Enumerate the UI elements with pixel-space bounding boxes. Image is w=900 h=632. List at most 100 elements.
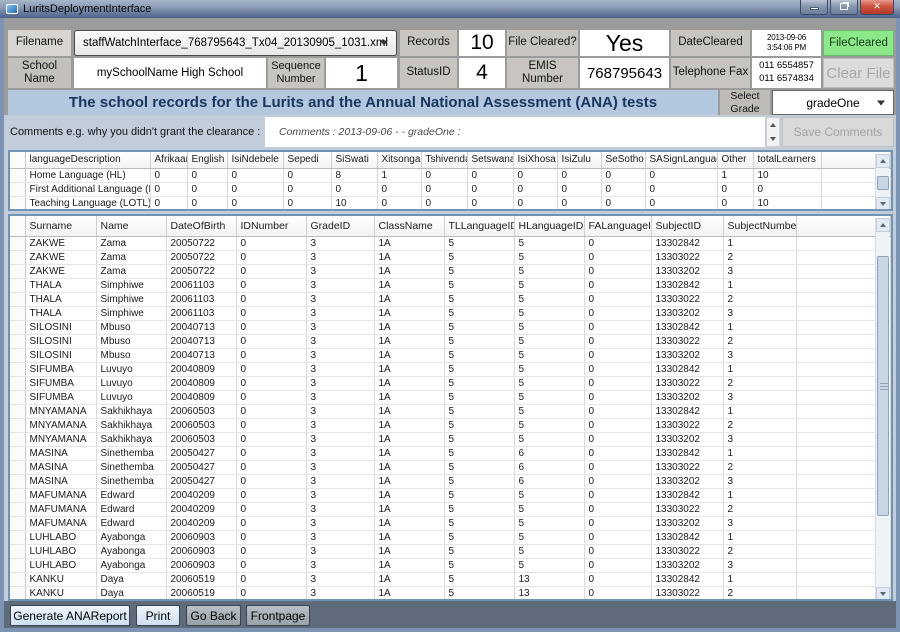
column-header[interactable]: languageDescription: [25, 152, 150, 168]
cell: 0: [513, 182, 557, 196]
cell: 1: [723, 404, 796, 418]
grade-dropdown[interactable]: gradeOne: [772, 90, 894, 115]
scroll-down-icon[interactable]: [767, 132, 779, 146]
cell: 0: [187, 196, 227, 210]
scrollbar-thumb[interactable]: [877, 176, 889, 190]
cell: Ayabonga: [96, 558, 166, 572]
column-header[interactable]: IsiZulu: [557, 152, 601, 168]
cell: 0: [236, 320, 306, 334]
generate-ana-report-button[interactable]: Generate ANAReport: [10, 605, 130, 626]
table-row[interactable]: SIFUMBALuvuyo20040809031A550133028421: [10, 362, 891, 376]
cell: 20050722: [166, 250, 236, 264]
minimize-button[interactable]: [800, 0, 828, 15]
table-row[interactable]: ZAKWEZama20050722031A550133028421: [10, 236, 891, 250]
column-header[interactable]: ClassName: [374, 216, 444, 236]
scroll-up-icon[interactable]: [876, 154, 890, 168]
table-row[interactable]: Home Language (HL)000081000000110: [10, 168, 891, 182]
table-row[interactable]: LUHLABOAyabonga20060903031A550133030222: [10, 544, 891, 558]
table-row[interactable]: KANKUDaya20060519031A5130133030222: [10, 586, 891, 600]
frontpage-button[interactable]: Frontpage: [246, 605, 310, 626]
table-row[interactable]: MASINASinethemba20050427031A560133030222: [10, 460, 891, 474]
column-header[interactable]: Name: [96, 216, 166, 236]
table-row[interactable]: SIFUMBALuvuyo20040809031A550133032023: [10, 390, 891, 404]
table-row[interactable]: THALASimphiwe20061103031A550133028421: [10, 278, 891, 292]
column-header[interactable]: TLLanguageID: [444, 216, 514, 236]
table-row[interactable]: ZAKWEZama20050722031A550133032023: [10, 264, 891, 278]
column-header[interactable]: GradeID: [306, 216, 374, 236]
table-row[interactable]: ZAKWEZama20050722031A550133030222: [10, 250, 891, 264]
print-button[interactable]: Print: [136, 605, 180, 626]
column-header[interactable]: SubjectID: [651, 216, 723, 236]
go-back-button[interactable]: Go Back: [186, 605, 241, 626]
close-button[interactable]: ✕: [860, 0, 894, 15]
table-row[interactable]: SILOSINIMbuso20040713031A550133032023: [10, 348, 891, 362]
table-row[interactable]: THALASimphiwe20061103031A550133032023: [10, 306, 891, 320]
table-row[interactable]: MAFUMANAEdward20040209031A550133032023: [10, 516, 891, 530]
column-header[interactable]: Setswana: [467, 152, 513, 168]
column-header[interactable]: Tshivenda: [421, 152, 467, 168]
column-header[interactable]: SiSwati: [331, 152, 377, 168]
column-header[interactable]: IDNumber: [236, 216, 306, 236]
column-header[interactable]: IsiXhosa: [513, 152, 557, 168]
scroll-down-icon[interactable]: [876, 587, 890, 601]
table-row[interactable]: MASINASinethemba20050427031A560133032023: [10, 474, 891, 488]
table-row[interactable]: LUHLABOAyabonga20060903031A550133028421: [10, 530, 891, 544]
table-row[interactable]: MAFUMANAEdward20040209031A550133030222: [10, 502, 891, 516]
table-row[interactable]: SIFUMBALuvuyo20040809031A550133030222: [10, 376, 891, 390]
cell: 0: [584, 348, 651, 362]
column-header[interactable]: SASignLanguage: [645, 152, 717, 168]
column-header[interactable]: HLanguageID: [514, 216, 584, 236]
column-header[interactable]: DateOfBirth: [166, 216, 236, 236]
column-header[interactable]: Sepedi: [283, 152, 331, 168]
column-header[interactable]: Other: [717, 152, 753, 168]
table-row[interactable]: SILOSINIMbuso20040713031A550133028421: [10, 320, 891, 334]
column-header[interactable]: totalLearners: [753, 152, 821, 168]
clear-file-button[interactable]: Clear File: [823, 58, 894, 88]
table-row[interactable]: KANKUDaya20060519031A5130133028421: [10, 572, 891, 586]
cell: 1A: [374, 572, 444, 586]
comments-input[interactable]: Comments : 2013-09-06 - - gradeOne :: [265, 117, 765, 147]
column-header[interactable]: FALanguageID: [584, 216, 651, 236]
scroll-down-icon[interactable]: [876, 197, 890, 211]
column-header[interactable]: SubjectNumber: [723, 216, 796, 236]
table-row[interactable]: MAFUMANAEdward20040209031A550133028421: [10, 488, 891, 502]
scroll-up-icon[interactable]: [876, 218, 890, 232]
table-row[interactable]: THALASimphiwe20061103031A550133030222: [10, 292, 891, 306]
file-cleared-button[interactable]: FileCleared: [823, 30, 894, 56]
save-comments-button[interactable]: Save Comments: [782, 117, 894, 147]
cell: 0: [236, 250, 306, 264]
cell: 1A: [374, 544, 444, 558]
cell: 0: [584, 460, 651, 474]
column-header[interactable]: SeSotho: [601, 152, 645, 168]
filename-dropdown[interactable]: staffWatchInterface_768795643_Tx04_20130…: [74, 30, 397, 56]
table-row[interactable]: MNYAMANASakhikhaya20060503031A5501330320…: [10, 432, 891, 446]
table-row[interactable]: SILOSINIMbuso20040713031A550133030222: [10, 334, 891, 348]
column-header[interactable]: Surname: [25, 216, 96, 236]
cell: 0: [236, 292, 306, 306]
language-table-scrollbar[interactable]: [875, 154, 889, 211]
comments-scrollbar[interactable]: [766, 117, 780, 147]
cell: 3: [306, 558, 374, 572]
table-row[interactable]: First Additional Language (FAL)000000000…: [10, 182, 891, 196]
column-header[interactable]: IsiNdebele: [227, 152, 283, 168]
table-row[interactable]: MASINASinethemba20050427031A560133028421: [10, 446, 891, 460]
cell: 0: [584, 432, 651, 446]
cell: 5: [444, 320, 514, 334]
table-row[interactable]: Teaching Language (LOTL)0000100000000010: [10, 196, 891, 210]
restore-button[interactable]: [830, 0, 858, 15]
row-gutter: [10, 216, 25, 236]
scroll-up-icon[interactable]: [767, 118, 779, 132]
column-header[interactable]: English: [187, 152, 227, 168]
students-table-scrollbar[interactable]: [875, 218, 889, 601]
cell: 0: [236, 558, 306, 572]
cell: 0: [584, 586, 651, 600]
cell: 8: [331, 168, 377, 182]
scrollbar-thumb[interactable]: [877, 256, 889, 516]
column-header[interactable]: Afrikaans: [150, 152, 187, 168]
column-header[interactable]: Xitsonga: [377, 152, 421, 168]
table-row[interactable]: MNYAMANASakhikhaya20060503031A5501330302…: [10, 418, 891, 432]
table-row[interactable]: LUHLABOAyabonga20060903031A550133032023: [10, 558, 891, 572]
cell: 1A: [374, 418, 444, 432]
cell: 3: [723, 348, 796, 362]
table-row[interactable]: MNYAMANASakhikhaya20060503031A5501330284…: [10, 404, 891, 418]
